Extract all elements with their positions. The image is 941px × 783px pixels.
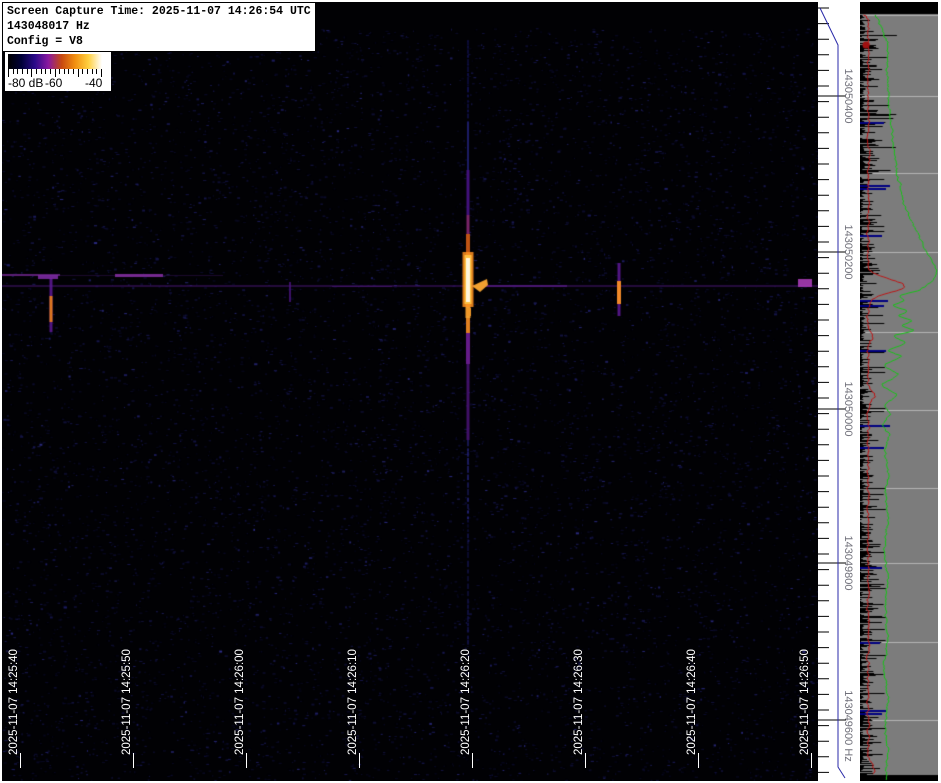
time-label: 2025-11-07 14:26:30 [573,649,585,755]
time-label: 2025-11-07 14:26:20 [460,649,472,755]
colorbar-tick [77,69,79,77]
time-label: 2025-11-07 14:25:40 [8,649,20,755]
colorbar-tick [17,69,19,74]
colorbar-label-mid: -60 [45,76,63,90]
colorbar-tick [63,69,65,74]
time-label: 2025-11-07 14:26:10 [347,649,359,755]
freq-label: 143050400 [842,68,854,124]
colorbar-tick [59,69,61,74]
colorbar-tick [96,69,98,74]
waterfall-display: Screen Capture Time: 2025-11-07 14:26:54… [2,2,818,781]
time-label: 2025-11-07 14:26:00 [234,649,246,755]
colorbar-tick [49,69,51,74]
time-tick [698,753,699,768]
time-tick [585,753,586,768]
colorbar-label-max: -40 [85,76,103,90]
tuned-frequency-text: 143048017 Hz [7,20,90,33]
colorbar-labels: -80 dB -60 -40 [8,76,108,90]
freq-label: 143049800 [842,535,854,591]
time-tick [20,753,21,768]
frequency-axis-labels: 143050400 143050200 143050000 143049800 1430… [818,2,860,781]
colorbar-tick [45,69,47,74]
time-tick [359,753,360,768]
time-tick [246,753,247,768]
freq-label: 143050000 [842,381,854,437]
colorbar-tick [40,69,42,74]
colorbar-tick [87,69,89,74]
colorbar-tick [68,69,70,74]
colorbar-tick [91,69,93,74]
time-label: 2025-11-07 14:26:40 [686,649,698,755]
colorbar-tick [12,69,14,74]
capture-info-box: Screen Capture Time: 2025-11-07 14:26:54… [2,2,316,52]
time-label: 2025-11-07 14:25:50 [121,649,133,755]
colorbar-tick [82,69,84,74]
time-tick [472,753,473,768]
colorbar-legend: -80 dB -60 -40 [5,52,111,91]
colorbar-label-min: -80 dB [8,76,44,90]
colorbar-tick [26,69,28,74]
colorbar-tick [35,69,37,74]
time-label: 2025-11-07 14:26:50 [799,649,811,755]
spectrum-panel-canvas [860,2,938,781]
config-text: Config = V8 [7,35,83,48]
freq-label: 143049600 Hz [842,690,854,762]
capture-time-text: Screen Capture Time: 2025-11-07 14:26:54… [7,5,311,18]
spectrum-capture-screen: Screen Capture Time: 2025-11-07 14:26:54… [0,0,941,783]
time-tick [133,753,134,768]
colorbar-tick [21,69,23,74]
time-tick [811,753,812,768]
colorbar-tick [73,69,75,74]
colorbar-gradient [8,54,102,69]
freq-label: 143050200 [842,224,854,280]
